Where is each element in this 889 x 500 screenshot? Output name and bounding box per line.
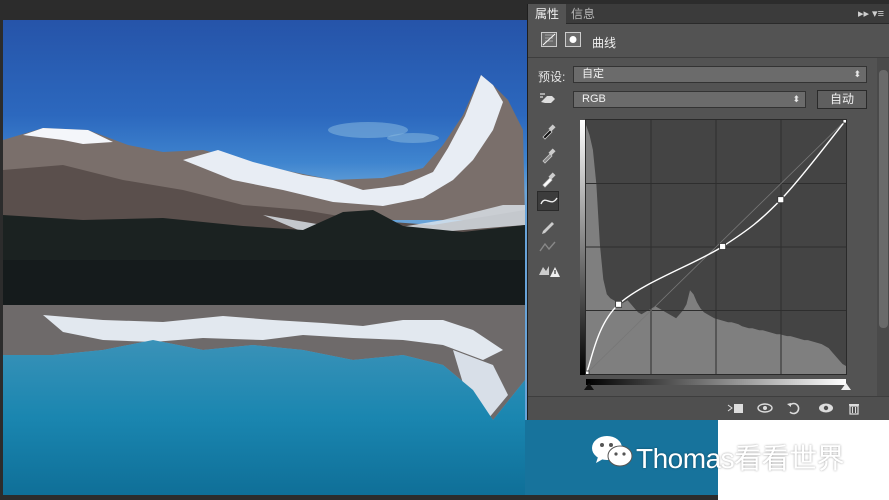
visibility-icon[interactable]: [818, 401, 834, 415]
watermark-text: Thomas看看世界: [636, 443, 845, 474]
reset-icon[interactable]: [786, 401, 802, 415]
curve-control-point: [719, 243, 727, 250]
curve-control-point: [777, 196, 785, 204]
wechat-watermark: Thomas看看世界: [590, 433, 845, 474]
panel-scrollbar[interactable]: [877, 58, 889, 396]
tab-properties[interactable]: 属性: [528, 4, 567, 24]
adjustment-header: 曲线: [528, 24, 889, 58]
smooth-curve-icon[interactable]: [537, 238, 559, 258]
gray-point-eyedropper-icon[interactable]: [537, 145, 559, 165]
curves-adjustment-icon[interactable]: [541, 32, 557, 47]
curves-graph[interactable]: [582, 116, 850, 378]
auto-button[interactable]: 自动: [817, 90, 867, 109]
curve-control-point: [842, 116, 850, 124]
channel-select[interactable]: RGB ⬍: [573, 91, 806, 108]
view-previous-icon[interactable]: [756, 401, 773, 415]
wechat-logo-icon: [592, 436, 633, 467]
white-input-slider[interactable]: [841, 383, 851, 390]
updown-arrow-icon: ⬍: [853, 69, 861, 79]
panel-bottom-toolbar: [528, 396, 889, 420]
delete-icon[interactable]: [847, 401, 863, 415]
updown-arrow-icon: ⬍: [792, 94, 800, 104]
tab-info[interactable]: 信息: [564, 4, 602, 24]
black-input-slider[interactable]: [584, 383, 594, 390]
preset-select[interactable]: 自定 ⬍: [573, 66, 867, 83]
clip-to-layer-icon[interactable]: [726, 401, 743, 415]
black-point-eyedropper-icon[interactable]: [537, 121, 559, 141]
clipping-warning-icon[interactable]: [537, 261, 560, 281]
input-gradient-bar: [586, 379, 846, 385]
layer-mask-icon[interactable]: [565, 32, 581, 47]
curve-plot: [582, 116, 850, 378]
white-point-eyedropper-icon[interactable]: [537, 169, 559, 189]
curve-edit-icon[interactable]: [537, 191, 559, 211]
on-image-adjust-icon[interactable]: [537, 90, 559, 110]
pencil-draw-icon[interactable]: [537, 216, 559, 236]
preset-label: 预设:: [538, 70, 566, 84]
curve-control-point: [582, 370, 590, 378]
curve-control-point: [615, 300, 623, 308]
adjustment-title: 曲线: [592, 36, 617, 50]
panel-tab-bar: 属性 信息 ▸▸ ▾≡: [528, 4, 889, 24]
panel-menu-icon[interactable]: ▸▸ ▾≡: [858, 4, 884, 24]
scrollbar-thumb[interactable]: [879, 70, 888, 328]
properties-panel: 属性 信息 ▸▸ ▾≡ 曲线 预设: 自定 ⬍ RGB ⬍ 自动: [527, 4, 889, 420]
